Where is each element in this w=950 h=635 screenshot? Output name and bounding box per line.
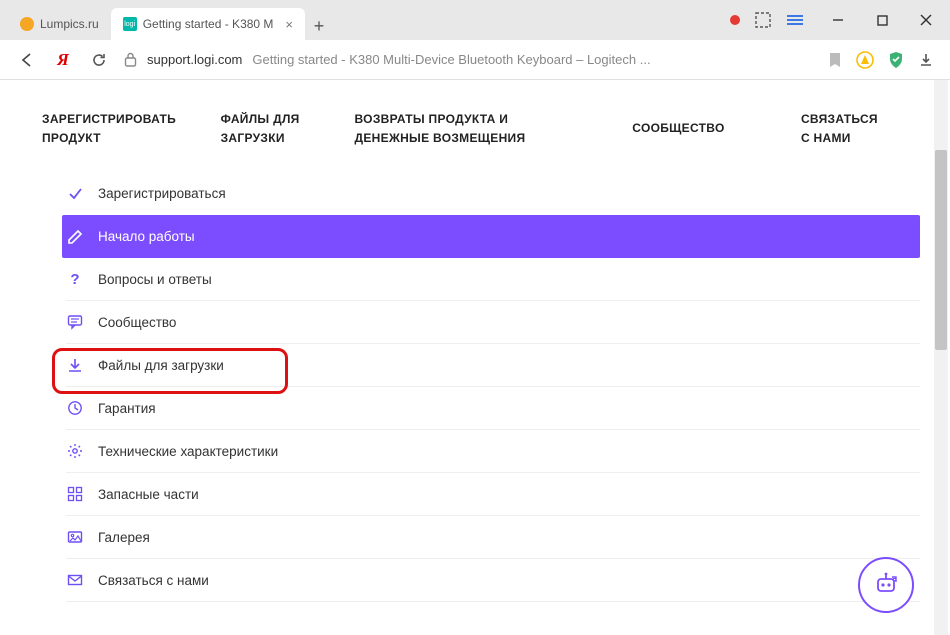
sidebar-item-gallery[interactable]: Галерея (66, 516, 920, 559)
sidebar-item-label: Начало работы (98, 229, 195, 244)
url-domain: support.logi.com (147, 52, 242, 67)
scrollbar-thumb[interactable] (935, 150, 947, 350)
sidebar-item-contact[interactable]: Связаться с нами (66, 559, 920, 602)
gallery-icon (66, 529, 84, 545)
check-icon (66, 186, 84, 202)
sidebar-item-downloads[interactable]: Файлы для загрузки (66, 344, 920, 387)
sidebar-item-label: Сообщество (98, 315, 176, 330)
close-icon[interactable]: × (285, 17, 293, 32)
favicon-icon (20, 17, 34, 31)
sidebar-item-label: Зарегистрироваться (98, 186, 226, 201)
chatbot-button[interactable] (858, 557, 914, 613)
tab-label: Lumpics.ru (40, 17, 99, 31)
minimize-button[interactable] (818, 5, 858, 35)
status-dot-icon (730, 15, 740, 25)
alisa-icon[interactable] (856, 51, 874, 69)
question-icon: ? (66, 271, 84, 288)
url-field[interactable]: support.logi.com Getting started - K380 … (124, 52, 814, 67)
sidebar-item-label: Файлы для загрузки (98, 358, 224, 373)
support-top-nav: ЗАРЕГИСТРИРОВАТЬПРОДУКТ ФАЙЛЫ ДЛЯЗАГРУЗК… (0, 80, 950, 172)
nav-register-product[interactable]: ЗАРЕГИСТРИРОВАТЬПРОДУКТ (42, 110, 221, 148)
close-window-button[interactable] (906, 5, 946, 35)
sidebar-item-label: Вопросы и ответы (98, 272, 212, 287)
yandex-logo-icon[interactable]: Я (52, 49, 74, 71)
sidebar-item-community[interactable]: Сообщество (66, 301, 920, 344)
sidebar-item-specs[interactable]: Технические характеристики (66, 430, 920, 473)
address-bar: Я support.logi.com Getting started - K38… (0, 40, 950, 80)
sidebar-item-label: Запасные части (98, 487, 199, 502)
chat-icon (66, 314, 84, 330)
sidebar-item-faq[interactable]: ? Вопросы и ответы (66, 258, 920, 301)
sidebar-item-getting-started[interactable]: Начало работы (62, 215, 920, 258)
sidebar-item-label: Галерея (98, 530, 150, 545)
pencil-icon (66, 229, 84, 245)
sidebar-item-label: Технические характеристики (98, 444, 278, 459)
maximize-button[interactable] (862, 5, 902, 35)
screenshot-icon[interactable] (754, 11, 772, 29)
browser-titlebar: Lumpics.ru logi Getting started - K380 M… (0, 0, 950, 40)
shield-icon[interactable] (888, 51, 904, 69)
nav-downloads[interactable]: ФАЙЛЫ ДЛЯЗАГРУЗКИ (221, 110, 355, 148)
nav-returns-refunds[interactable]: ВОЗВРАТЫ ПРОДУКТА ИДЕНЕЖНЫЕ ВОЗМЕЩЕНИЯ (355, 110, 633, 148)
extension-icon[interactable] (786, 11, 804, 29)
new-tab-button[interactable]: + (305, 12, 333, 40)
tab-getting-started[interactable]: logi Getting started - K380 M × (111, 8, 305, 40)
nav-contact-us[interactable]: СВЯЗАТЬСЯС НАМИ (801, 110, 920, 148)
sidebar-item-warranty[interactable]: Гарантия (66, 387, 920, 430)
sidebar-item-register[interactable]: Зарегистрироваться (66, 172, 920, 215)
sidebar-list: Зарегистрироваться Начало работы ? Вопро… (66, 172, 920, 602)
reload-button[interactable] (88, 49, 110, 71)
tab-lumpics[interactable]: Lumpics.ru (8, 8, 111, 40)
download-icon (66, 357, 84, 373)
sidebar-item-spare-parts[interactable]: Запасные части (66, 473, 920, 516)
sidebar-item-label: Связаться с нами (98, 573, 209, 588)
grid-icon (66, 486, 84, 502)
clock-icon (66, 400, 84, 416)
bookmark-icon[interactable] (828, 52, 842, 68)
nav-community[interactable]: СООБЩЕСТВО (632, 110, 801, 148)
mail-icon (66, 572, 84, 588)
page-content: ЗАРЕГИСТРИРОВАТЬПРОДУКТ ФАЙЛЫ ДЛЯЗАГРУЗК… (0, 80, 950, 635)
downloads-icon[interactable] (918, 52, 934, 68)
lock-icon (124, 52, 137, 67)
favicon-icon: logi (123, 17, 137, 31)
tab-label: Getting started - K380 M (143, 17, 274, 31)
gear-icon (66, 443, 84, 459)
back-button[interactable] (16, 49, 38, 71)
url-title: Getting started - K380 Multi-Device Blue… (252, 52, 650, 67)
sidebar-item-label: Гарантия (98, 401, 156, 416)
